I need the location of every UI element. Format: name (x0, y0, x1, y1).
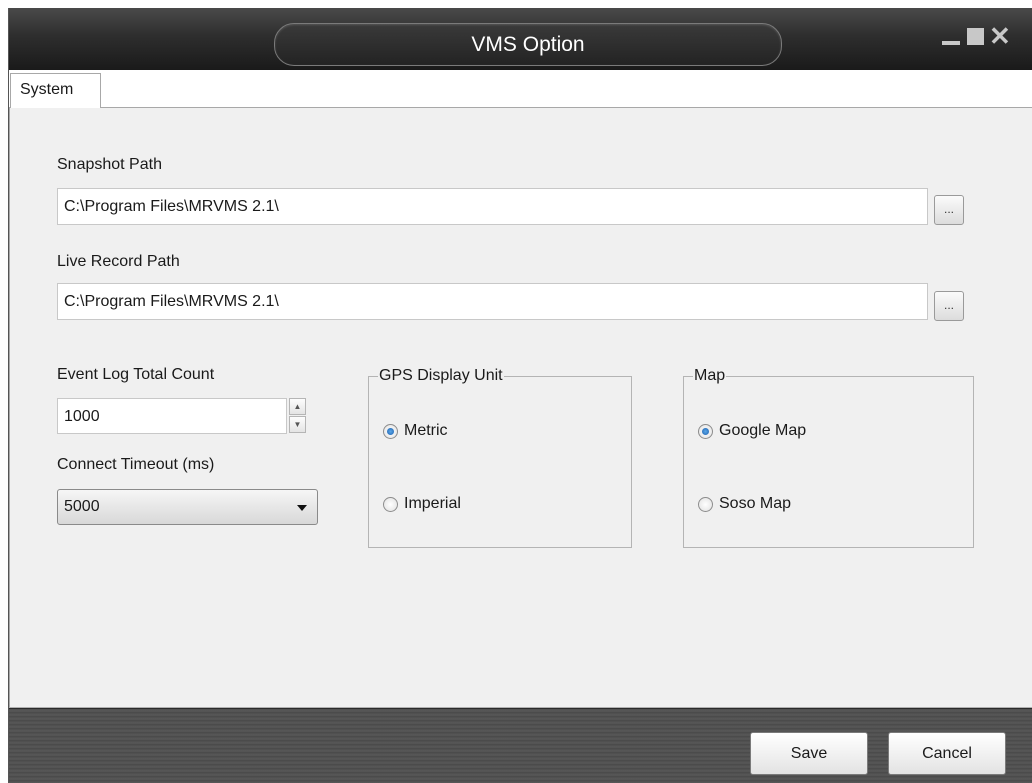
live-record-browse-button[interactable]: ... (934, 291, 964, 321)
connect-timeout-select[interactable]: 5000 (57, 489, 318, 525)
live-record-path-field[interactable]: C:\Program Files\MRVMS 2.1\ (57, 283, 928, 320)
gps-display-unit-title: GPS Display Unit (378, 367, 504, 385)
radio-metric-label: Metric (404, 422, 448, 439)
chevron-down-icon (297, 505, 307, 511)
window-title: VMS Option (274, 23, 782, 66)
event-log-count-input[interactable]: 1000 (57, 398, 287, 434)
radio-checked-icon (383, 423, 398, 439)
title-bar[interactable]: VMS Option ✕ (9, 8, 1032, 70)
snapshot-path-field[interactable]: C:\Program Files\MRVMS 2.1\ (57, 188, 928, 225)
connect-timeout-value: 5000 (64, 498, 100, 515)
snapshot-path-label: Snapshot Path (57, 156, 162, 173)
event-log-count-stepper: ▲ ▼ (289, 398, 306, 433)
live-record-path-label: Live Record Path (57, 253, 180, 270)
minimize-icon[interactable] (941, 26, 961, 48)
maximize-icon[interactable] (966, 26, 986, 48)
radio-soso-map-label: Soso Map (719, 495, 792, 512)
radio-metric[interactable]: Metric (383, 422, 448, 440)
connect-timeout-label: Connect Timeout (ms) (57, 456, 215, 473)
radio-checked-icon (698, 423, 713, 439)
radio-google-map-label: Google Map (719, 422, 807, 439)
cancel-button[interactable]: Cancel (888, 732, 1006, 775)
vms-option-window: VMS Option ✕ System Snapshot Path C:\Pro… (8, 8, 1032, 783)
radio-soso-map[interactable]: Soso Map (698, 495, 791, 513)
radio-unchecked-icon (383, 496, 398, 512)
footer-bar: Save Cancel (9, 708, 1032, 783)
tab-system[interactable]: System (10, 73, 101, 109)
radio-imperial[interactable]: Imperial (383, 495, 461, 513)
close-icon[interactable]: ✕ (989, 23, 1011, 49)
map-group: Map Google Map Soso Map (683, 367, 974, 548)
tab-strip: System (9, 70, 1032, 109)
radio-google-map[interactable]: Google Map (698, 422, 806, 440)
radio-imperial-label: Imperial (404, 495, 461, 512)
map-group-title: Map (693, 367, 727, 385)
snapshot-browse-button[interactable]: ... (934, 195, 964, 225)
stepper-up-icon[interactable]: ▲ (289, 398, 306, 415)
radio-unchecked-icon (698, 496, 713, 512)
save-button[interactable]: Save (750, 732, 868, 775)
stepper-down-icon[interactable]: ▼ (289, 416, 306, 433)
event-log-count-label: Event Log Total Count (57, 366, 215, 383)
system-panel: Snapshot Path C:\Program Files\MRVMS 2.1… (9, 108, 1032, 708)
gps-display-unit-group: GPS Display Unit Metric Imperial (368, 367, 632, 548)
